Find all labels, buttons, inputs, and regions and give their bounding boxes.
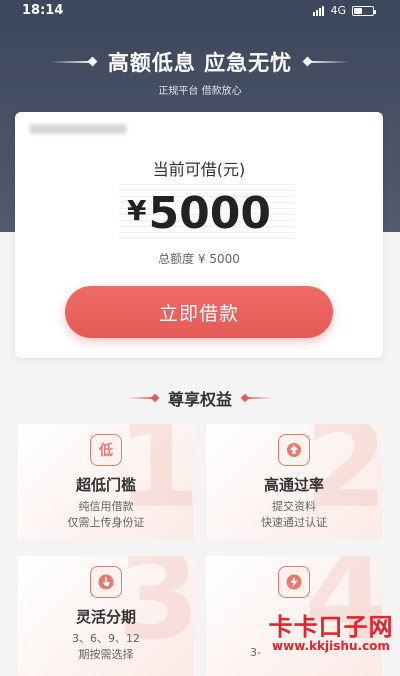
total-credit: 总额度 ¥ 5000 (158, 252, 240, 266)
tile-desc-line2: 期按需选择 (78, 648, 134, 661)
watermark-title: 卡卡口子网 (268, 613, 394, 641)
approval-arrow-icon (278, 434, 310, 466)
borrow-now-button[interactable]: 立即借款 (65, 286, 333, 338)
tile-desc-line1: 纯信用借款 (78, 500, 134, 513)
tile-desc-line2: 快速通过认证 (261, 516, 327, 529)
tile-title: 超低门槛 (75, 476, 136, 494)
benefit-tile-high-approval[interactable]: 2 高通过率 提交资料 快速通过认证 (206, 424, 382, 540)
lightning-icon (278, 566, 310, 598)
tile-desc-line1: 3、6、9、12 (72, 632, 140, 645)
benefits-decor-left (127, 397, 156, 399)
network-type: 4G (330, 4, 346, 17)
tile-title: 灵活分期 (75, 608, 136, 626)
tile-desc-line2: 仅需上传身份证 (67, 516, 145, 529)
decor-line-right (306, 61, 351, 63)
available-amount: ¥5000 (15, 188, 383, 239)
hero-slogan: 高额低息 应急无忧 (107, 51, 293, 75)
benefits-header: 尊享权益 (0, 386, 400, 410)
low-threshold-icon: 低 (90, 434, 122, 466)
amount-value: 5000 (148, 188, 271, 239)
currency-symbol: ¥ (127, 194, 147, 227)
slogan-row: 高额低息 应急无忧 (0, 46, 400, 78)
status-time: 18:14 (22, 3, 64, 18)
decor-line-left (49, 61, 94, 63)
benefits-title: 尊享权益 (167, 390, 232, 409)
benefits-decor-right (244, 397, 272, 399)
hand-pointer-icon (90, 566, 122, 598)
loan-card: 当前可借(元) ¥5000 总额度 ¥ 5000 立即借款 (15, 112, 383, 358)
benefit-tile-low-threshold[interactable]: 1 低 超低门槛 纯信用借款 仅需上传身份证 (18, 424, 194, 540)
status-indicators: 4G (313, 4, 376, 17)
hero-subslogan: 正规平台 借款放心 (158, 86, 242, 97)
watermark-url: www.kkjishu.com (272, 639, 390, 654)
tile-title: 高通过率 (263, 476, 324, 494)
tile-desc-line1: 提交资料 (272, 500, 316, 513)
site-watermark: 卡卡口子网 www.kkjishu.com (262, 614, 400, 654)
status-bar: 18:14 4G (0, 0, 400, 24)
benefit-tile-flexible-installments[interactable]: 3 灵活分期 3、6、9、12 期按需选择 (18, 556, 194, 676)
signal-icon (313, 5, 325, 16)
available-label: 当前可借(元) (152, 160, 246, 179)
battery-icon (352, 5, 376, 16)
masked-user-info (29, 124, 127, 134)
